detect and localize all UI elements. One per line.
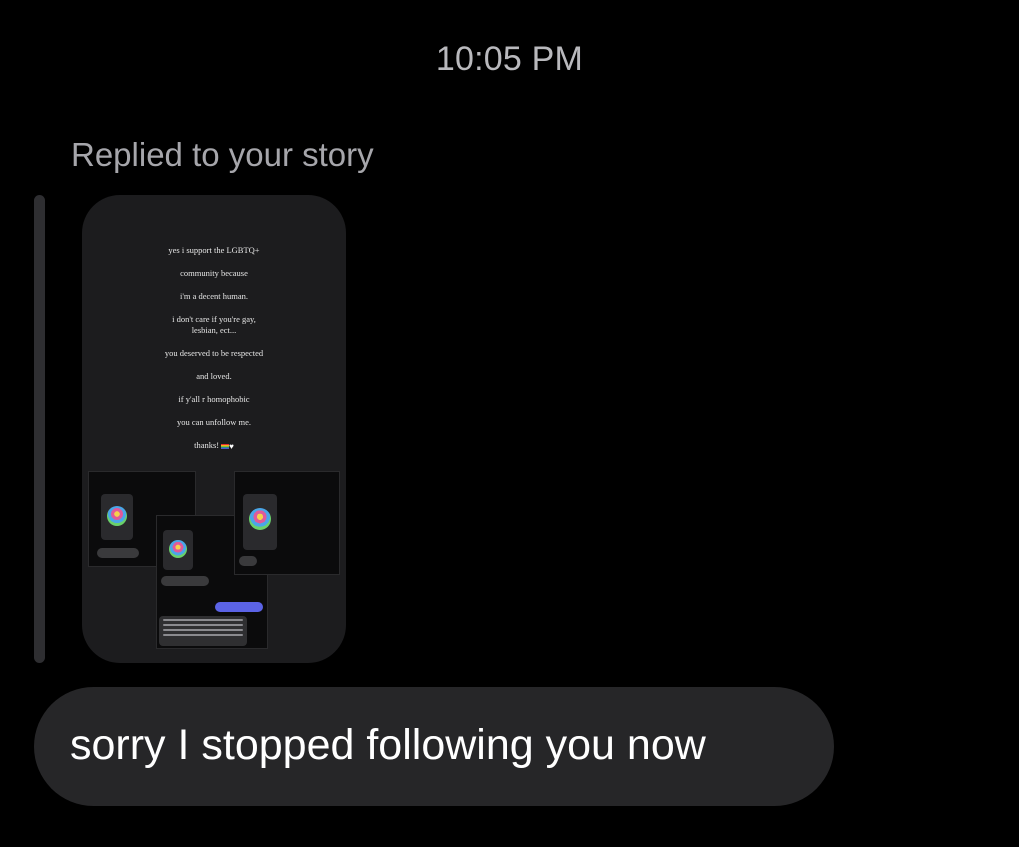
- rainbow-flag-icon: [221, 443, 230, 449]
- message-bubble[interactable]: sorry I stopped following you now: [34, 687, 834, 806]
- story-line: and loved.: [196, 371, 232, 381]
- story-line: you can unfollow me.: [176, 417, 252, 427]
- story-line: thanks!: [194, 440, 220, 450]
- embedded-reply-bubble: [97, 548, 139, 558]
- embedded-reply-paragraph: [159, 616, 247, 646]
- embedded-reply-bubble: [239, 556, 257, 566]
- story-line: you deserved to be respected: [164, 348, 264, 358]
- story-line: community because: [180, 268, 248, 278]
- embedded-story-thumb: [101, 494, 133, 540]
- story-line: lesbian, ect...: [191, 325, 237, 335]
- story-preview-thumbnail[interactable]: yes i support the LGBTQ+ community becau…: [82, 195, 346, 663]
- story-text-block: yes i support the LGBTQ+ community becau…: [82, 245, 346, 464]
- embedded-story-thumb: [243, 494, 277, 550]
- embedded-image-blob: [107, 506, 127, 526]
- embedded-screenshot-right: [234, 471, 340, 575]
- white-heart-icon: ♥: [229, 441, 234, 451]
- message-text: sorry I stopped following you now: [70, 721, 706, 769]
- story-line: i don't care if you're gay,: [172, 314, 256, 324]
- message-timestamp: 10:05 PM: [435, 40, 584, 78]
- embedded-sent-bubble: [215, 602, 263, 612]
- embedded-reply-bubble: [161, 576, 209, 586]
- story-line: i'm a decent human.: [179, 291, 249, 301]
- embedded-image-blob: [169, 540, 187, 558]
- story-line: yes i support the LGBTQ+: [168, 245, 260, 255]
- embedded-story-thumb: [163, 530, 193, 570]
- embedded-image-blob: [249, 508, 271, 530]
- story-line: if y'all r homophobic: [178, 394, 250, 404]
- story-thanks-line: thanks! ♥: [82, 440, 346, 452]
- reply-indicator-bar: [34, 195, 45, 663]
- story-reply-label: Replied to your story: [71, 136, 374, 173]
